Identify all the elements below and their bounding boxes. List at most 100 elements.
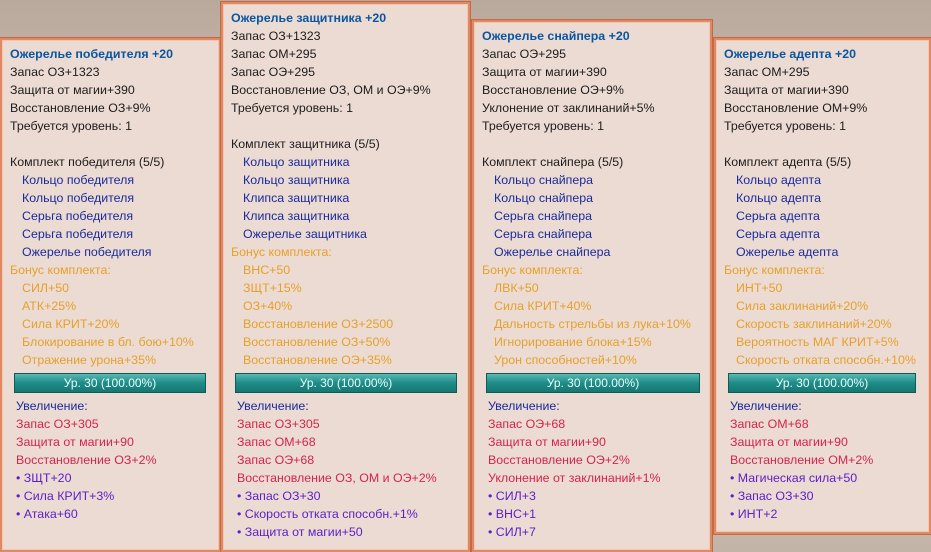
item-stat: Восстановление ОЗ, ОМ и ОЭ+9%	[231, 83, 431, 97]
extra-stat: • СИЛ+3	[488, 489, 536, 503]
increase-stat: Защита от магии+90	[16, 435, 134, 449]
set-item: Кольцо адепта	[736, 173, 821, 187]
level-progress-bar: Ур. 30 (100.00%)	[486, 373, 700, 393]
increase-stat: Запас ОМ+68	[237, 435, 316, 449]
extra-stat: • ЗЩТ+20	[16, 471, 72, 485]
increase-stat: Уклонение от заклинаний+1%	[488, 471, 661, 485]
set-bonus-header: Бонус комплекта:	[724, 263, 825, 277]
set-item: Серьга снайпера	[494, 227, 592, 241]
set-item: Ожерелье защитника	[243, 227, 367, 241]
increase-stat: Восстановление ОЗ+2%	[16, 453, 157, 467]
increase-stat: Восстановление ОМ+2%	[730, 453, 874, 467]
set-bonus-header: Бонус комплекта:	[482, 263, 583, 277]
increase-stat: Запас ОЗ+305	[16, 417, 99, 431]
set-item: Клипса защитника	[243, 209, 350, 223]
set-bonus: Вероятность МАГ КРИТ+5%	[736, 335, 899, 349]
set-item: Ожерелье адепта	[736, 245, 839, 259]
set-bonus: Урон способностей+10%	[494, 353, 637, 367]
increase-header: Увеличение:	[488, 399, 560, 413]
set-item: Серьга победителя	[22, 209, 134, 223]
required-level: Требуется уровень: 1	[231, 101, 354, 115]
increase-stat: Запас ОЗ+305	[237, 417, 320, 431]
item-stat: Запас ОЭ+295	[231, 65, 316, 79]
set-bonus: Сила заклинаний+20%	[736, 299, 869, 313]
set-item: Кольцо снайпера	[494, 173, 594, 187]
set-item: Серьга адепта	[736, 227, 820, 241]
set-bonus: Восстановление ОЗ+2500	[243, 317, 394, 331]
item-title: Ожерелье адепта +20	[724, 47, 856, 61]
item-stat: Запас ОМ+295	[231, 47, 317, 61]
set-bonus: Блокирование в бл. бою+10%	[22, 335, 194, 349]
item-stat: Запас ОМ+295	[724, 65, 810, 79]
set-bonus: Восстановление ОЭ+35%	[243, 353, 392, 367]
set-name: Комплект защитника (5/5)	[231, 137, 380, 151]
tooltip-card-victor: Ожерелье победителя +20 Запас ОЗ+1323 За…	[0, 38, 221, 552]
item-stat: Запас ОЗ+1323	[231, 29, 321, 43]
set-item: Ожерелье победителя	[22, 245, 152, 259]
set-bonus: ИНТ+50	[736, 281, 783, 295]
item-stat: Защита от магии+390	[482, 65, 607, 79]
extra-stat: • Скорость отката способн.+1%	[237, 507, 418, 521]
set-item: Кольцо защитника	[243, 155, 350, 169]
item-stat: Восстановление ОМ+9%	[724, 101, 868, 115]
extra-stat: • СИЛ+7	[488, 525, 536, 539]
extra-stat: • Магическая сила+50	[730, 471, 858, 485]
increase-stat: Защита от магии+90	[730, 435, 848, 449]
increase-header: Увеличение:	[237, 399, 309, 413]
tooltip-card-adept: Ожерелье адепта +20 Запас ОМ+295 Защита …	[714, 38, 931, 534]
set-bonus: СИЛ+50	[22, 281, 70, 295]
set-bonus: ЗЩТ+15%	[243, 281, 302, 295]
tooltip-card-sniper: Ожерелье снайпера +20 Запас ОЭ+295 Защит…	[472, 20, 712, 552]
increase-stat: Защита от магии+90	[488, 435, 606, 449]
item-stat: Защита от магии+390	[10, 83, 135, 97]
extra-stat: • Запас ОЗ+30	[237, 489, 321, 503]
increase-stat: Восстановление ОЭ+2%	[488, 453, 630, 467]
extra-stat: • ИНТ+2	[730, 507, 778, 521]
set-item: Кольцо победителя	[22, 173, 135, 187]
increase-header: Увеличение:	[16, 399, 88, 413]
extra-stat: • Атака+60	[16, 507, 78, 521]
level-progress-bar: Ур. 30 (100.00%)	[14, 373, 206, 393]
set-bonus: ВНС+50	[243, 263, 291, 277]
set-item: Кольцо снайпера	[494, 191, 594, 205]
level-progress-bar: Ур. 30 (100.00%)	[728, 373, 916, 393]
set-item: Клипса защитника	[243, 191, 350, 205]
set-bonus: Отражение урона+35%	[22, 353, 156, 367]
set-item: Кольцо победителя	[22, 191, 135, 205]
item-stat: Уклонение от заклинаний+5%	[482, 101, 655, 115]
set-item: Серьга адепта	[736, 209, 820, 223]
item-stat: Запас ОЗ+1323	[10, 65, 100, 79]
increase-header: Увеличение:	[730, 399, 802, 413]
set-bonus: Скорость отката способн.+10%	[736, 353, 916, 367]
extra-stat: • Защита от магии+50	[237, 525, 363, 539]
increase-stat: Запас ОЭ+68	[237, 453, 315, 467]
item-stat: Восстановление ОЗ+9%	[10, 101, 151, 115]
set-item: Кольцо адепта	[736, 191, 821, 205]
item-title: Ожерелье снайпера +20	[482, 29, 630, 43]
set-item: Серьга победителя	[22, 227, 134, 241]
set-item: Ожерелье снайпера	[494, 245, 611, 259]
required-level: Требуется уровень: 1	[482, 119, 605, 133]
set-name: Комплект адепта (5/5)	[724, 155, 852, 169]
set-bonus: Игнорирование блока+15%	[494, 335, 652, 349]
item-title: Ожерелье защитника +20	[231, 11, 387, 25]
required-level: Требуется уровень: 1	[724, 119, 847, 133]
increase-stat: Запас ОМ+68	[730, 417, 809, 431]
set-name: Комплект победителя (5/5)	[10, 155, 165, 169]
set-bonus: Дальность стрельбы из лука+10%	[494, 317, 691, 331]
set-bonus: Сила КРИТ+40%	[494, 299, 592, 313]
increase-stat: Восстановление ОЗ, ОМ и ОЭ+2%	[237, 471, 437, 485]
level-progress-bar: Ур. 30 (100.00%)	[235, 373, 457, 393]
set-bonus: ОЗ+40%	[243, 299, 293, 313]
required-level: Требуется уровень: 1	[10, 119, 133, 133]
set-item: Кольцо защитника	[243, 173, 350, 187]
increase-stat: Запас ОЭ+68	[488, 417, 566, 431]
item-title: Ожерелье победителя +20	[10, 47, 174, 61]
item-stat: Запас ОЭ+295	[482, 47, 567, 61]
set-bonus: ЛВК+50	[494, 281, 539, 295]
set-bonus: Сила КРИТ+20%	[22, 317, 120, 331]
item-stat: Восстановление ОЭ+9%	[482, 83, 624, 97]
